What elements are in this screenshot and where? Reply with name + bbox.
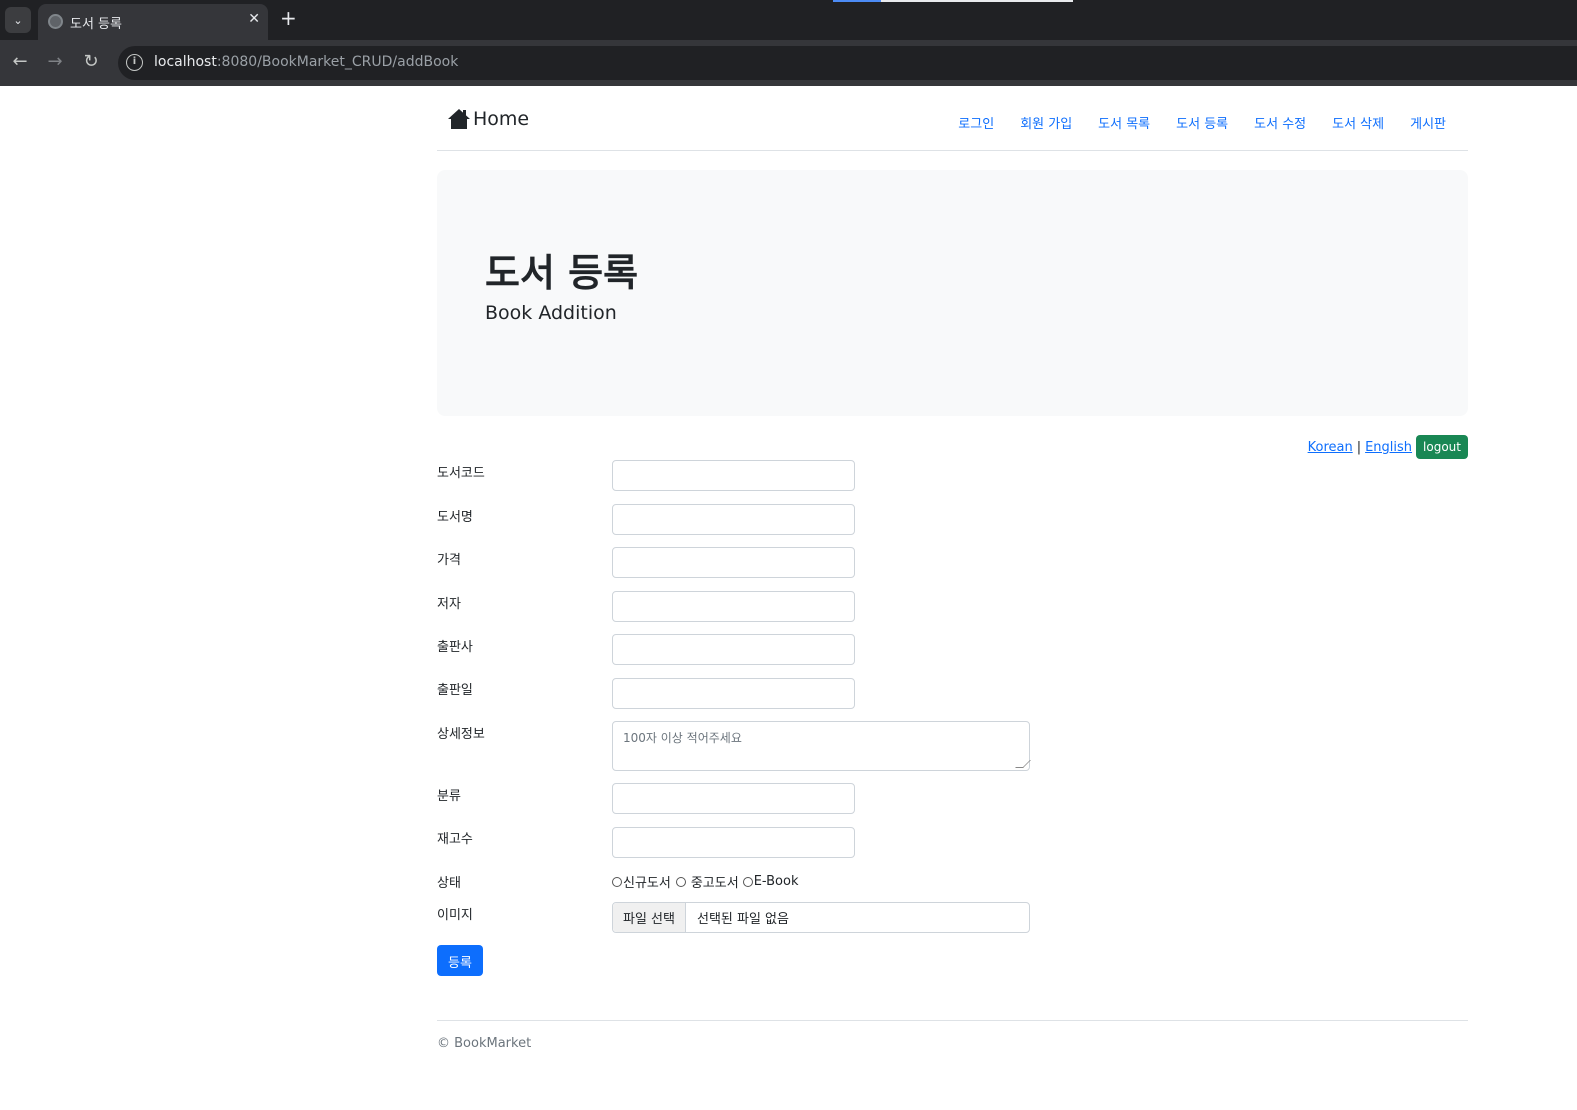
url-host: localhost bbox=[154, 54, 217, 70]
nav-board[interactable]: 게시판 bbox=[1410, 113, 1446, 132]
image-file-input[interactable]: 파일 선택 선택된 파일 없음 bbox=[612, 902, 1030, 933]
back-arrow-icon[interactable]: ← bbox=[9, 52, 31, 72]
label-author: 저자 bbox=[437, 597, 461, 612]
label-stock: 재고수 bbox=[437, 832, 473, 847]
jumbotron: 도서 등록 Book Addition bbox=[437, 170, 1468, 416]
navbar: Home 로그인 회원 가입 도서 목록 도서 등록 도서 수정 도서 삭제 게… bbox=[437, 86, 1468, 151]
browser-tab[interactable]: 도서 등록 ✕ bbox=[38, 4, 268, 40]
condition-label-ebook: E-Book bbox=[753, 874, 799, 889]
stock-input[interactable] bbox=[612, 827, 855, 858]
chevron-down-icon: ⌄ bbox=[13, 13, 23, 27]
url-text: localhost:8080/BookMarket_CRUD/addBook bbox=[154, 54, 458, 70]
category-input[interactable] bbox=[612, 783, 855, 814]
radio-circle-icon[interactable] bbox=[675, 876, 686, 887]
condition-label-new: 신규도서 bbox=[623, 876, 671, 891]
nav-signup[interactable]: 회원 가입 bbox=[1020, 113, 1072, 132]
file-status: 선택된 파일 없음 bbox=[696, 912, 789, 927]
book-name-input[interactable] bbox=[612, 504, 855, 535]
resize-handle-icon[interactable] bbox=[1015, 760, 1031, 768]
publisher-input[interactable] bbox=[612, 634, 855, 665]
release-date-input[interactable] bbox=[612, 678, 855, 709]
url-path: :8080/BookMarket_CRUD/addBook bbox=[216, 54, 459, 70]
tab-search-button[interactable]: ⌄ bbox=[5, 7, 31, 33]
decorative-strip bbox=[881, 0, 1073, 2]
author-input[interactable] bbox=[612, 591, 855, 622]
submit-button[interactable]: 등록 bbox=[437, 945, 483, 976]
nav-book-list[interactable]: 도서 목록 bbox=[1098, 113, 1150, 132]
nav-login[interactable]: 로그인 bbox=[958, 113, 994, 132]
forward-arrow-icon[interactable]: → bbox=[44, 52, 66, 72]
condition-radio-group: 신규도서 중고도서 E-Book bbox=[612, 872, 802, 891]
price-input[interactable] bbox=[612, 547, 855, 578]
logout-button[interactable]: logout bbox=[1416, 435, 1468, 459]
page-subtitle: Book Addition bbox=[485, 302, 617, 324]
choose-file-button[interactable]: 파일 선택 bbox=[613, 903, 686, 932]
lang-english-link[interactable]: English bbox=[1365, 440, 1412, 455]
tab-title: 도서 등록 bbox=[70, 17, 122, 32]
label-image: 이미지 bbox=[437, 908, 473, 923]
nav-menu: 로그인 회원 가입 도서 목록 도서 등록 도서 수정 도서 삭제 게시판 bbox=[932, 113, 1446, 132]
radio-circle-icon[interactable] bbox=[612, 876, 622, 887]
label-price: 가격 bbox=[437, 553, 461, 568]
label-book-name: 도서명 bbox=[437, 510, 473, 525]
new-tab-button[interactable]: + bbox=[280, 8, 297, 28]
page-container: Home 로그인 회원 가입 도서 목록 도서 등록 도서 수정 도서 삭제 게… bbox=[437, 86, 1468, 1051]
footer-divider bbox=[437, 1020, 1468, 1021]
description-textarea[interactable]: 100자 이상 적어주세요 bbox=[612, 721, 1031, 771]
decorative-strip bbox=[833, 0, 881, 2]
page-title: 도서 등록 bbox=[485, 251, 639, 295]
label-description: 상세정보 bbox=[437, 727, 485, 742]
label-publisher: 출판사 bbox=[437, 640, 473, 655]
language-switcher: Korean | English logout bbox=[1308, 435, 1468, 459]
radio-circle-icon[interactable] bbox=[742, 876, 753, 887]
description-placeholder: 100자 이상 적어주세요 bbox=[623, 731, 742, 745]
home-link[interactable]: Home bbox=[447, 108, 529, 130]
label-condition: 상태 bbox=[437, 876, 461, 891]
nav-add-book[interactable]: 도서 등록 bbox=[1176, 113, 1228, 132]
nav-edit-book[interactable]: 도서 수정 bbox=[1254, 113, 1306, 132]
label-book-id: 도서코드 bbox=[437, 466, 485, 481]
reload-icon[interactable]: ↻ bbox=[80, 52, 102, 72]
condition-option-old[interactable]: 중고도서 bbox=[675, 872, 739, 891]
close-icon[interactable]: ✕ bbox=[248, 11, 260, 27]
condition-option-ebook[interactable]: E-Book bbox=[742, 874, 799, 889]
book-id-input[interactable] bbox=[612, 460, 855, 491]
nav-delete-book[interactable]: 도서 삭제 bbox=[1332, 113, 1384, 132]
label-category: 분류 bbox=[437, 789, 461, 804]
brand-label: Home bbox=[473, 108, 530, 130]
lang-separator: | bbox=[1356, 439, 1362, 455]
label-release-date: 출판일 bbox=[437, 683, 473, 698]
browser-toolbar: ← → ↻ i localhost:8080/BookMarket_CRUD/a… bbox=[0, 40, 1577, 86]
footer-text: © BookMarket bbox=[437, 1036, 532, 1051]
house-icon bbox=[448, 109, 470, 129]
globe-icon bbox=[48, 14, 63, 29]
browser-tabstrip: ⌄ 도서 등록 ✕ + bbox=[0, 0, 1577, 40]
condition-label-old: 중고도서 bbox=[690, 876, 739, 891]
info-icon[interactable]: i bbox=[126, 54, 143, 71]
lang-korean-link[interactable]: Korean bbox=[1308, 440, 1353, 455]
address-bar[interactable]: i localhost:8080/BookMarket_CRUD/addBook bbox=[118, 46, 1577, 80]
condition-option-new[interactable]: 신규도서 bbox=[612, 872, 671, 891]
